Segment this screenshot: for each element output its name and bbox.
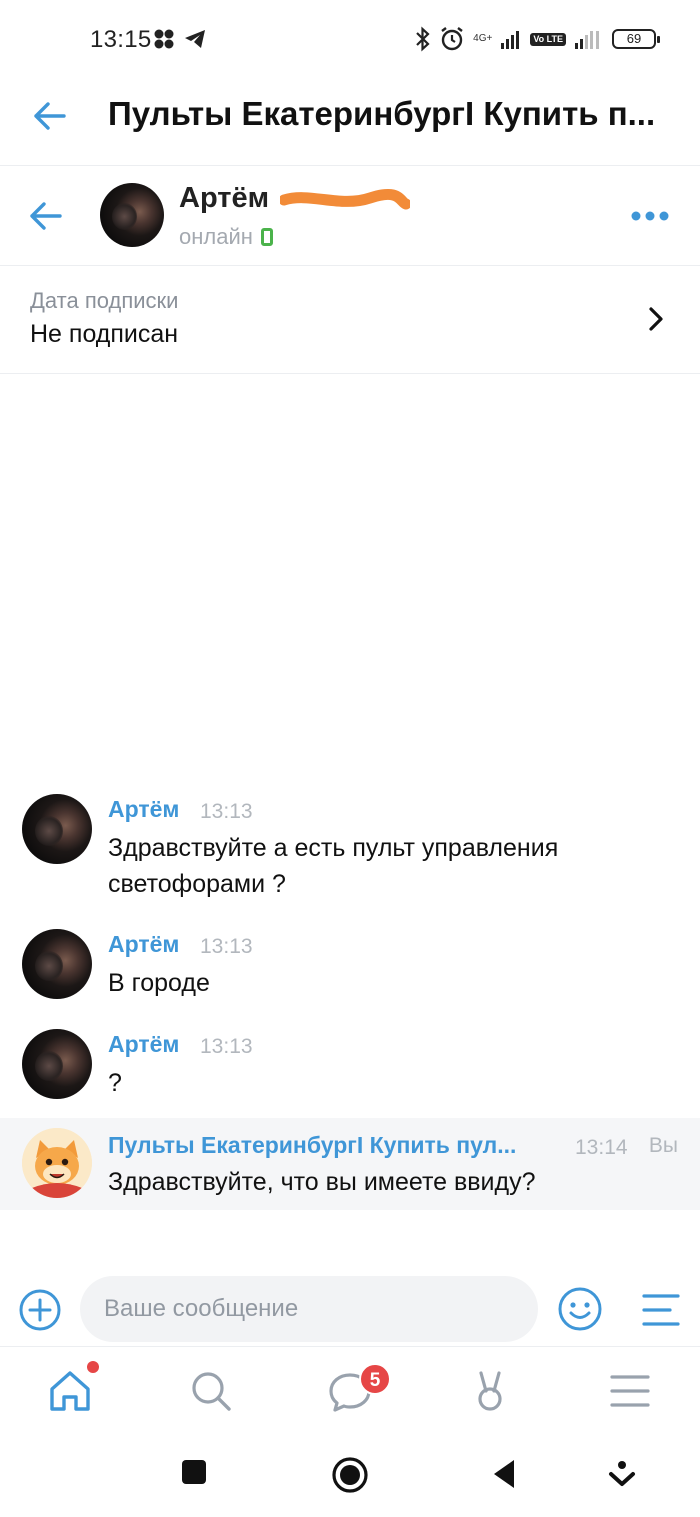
signal-icon — [501, 31, 520, 49]
recent-apps-icon[interactable] — [180, 1458, 208, 1486]
telegram-icon — [185, 30, 205, 48]
clips-icon[interactable] — [466, 1367, 514, 1415]
message-text: Здравствуйте, что вы имеете ввиду? — [108, 1168, 536, 1196]
attach-plus-icon[interactable] — [18, 1288, 62, 1332]
status-bar: 13:15 4G+ Vo LTE 69 — [0, 0, 700, 80]
message-time: 13:13 — [200, 1035, 253, 1058]
contact-name[interactable]: Артём — [179, 182, 269, 215]
message-avatar[interactable] — [22, 929, 92, 999]
message-item[interactable]: Артём 13:13 ? — [0, 1029, 700, 1103]
messages-badge: 5 — [359, 1363, 391, 1395]
redaction-scribble — [280, 188, 410, 210]
message-item[interactable]: Артём 13:13 В городе — [0, 929, 700, 1003]
home-icon[interactable] — [46, 1367, 94, 1415]
online-status: онлайн — [179, 224, 273, 250]
chevron-right-icon — [649, 307, 663, 331]
message-input[interactable] — [80, 1276, 538, 1342]
online-status-text: онлайн — [179, 224, 253, 249]
own-message-item[interactable]: Пульты ЕкатеринбургI Купить пул... 13:14… — [0, 1118, 700, 1210]
community-avatar[interactable] — [22, 1128, 92, 1198]
bluetooth-icon — [416, 26, 430, 52]
battery-icon: 69 — [612, 29, 660, 49]
more-options-icon[interactable] — [630, 204, 670, 228]
back-system-icon[interactable] — [490, 1458, 518, 1490]
message-composer — [0, 1272, 700, 1346]
back-arrow-icon[interactable] — [30, 96, 70, 136]
app-header: Пульты ЕкатеринбургI Купить п... — [0, 80, 700, 166]
search-icon[interactable] — [187, 1367, 235, 1415]
message-time: 13:13 — [200, 935, 253, 958]
cat-mascot-icon — [22, 1128, 92, 1198]
home-notification-dot — [87, 1361, 99, 1373]
cluster-app-icon — [154, 29, 174, 49]
emoji-icon[interactable] — [557, 1286, 603, 1332]
bottom-navigation: 5 — [0, 1346, 700, 1438]
system-navigation-bar — [0, 1438, 700, 1517]
keyboard-menu-icon[interactable] — [640, 1290, 682, 1330]
message-text: В городе — [108, 969, 210, 997]
mobile-online-icon — [260, 228, 273, 246]
chat-back-arrow-icon[interactable] — [26, 196, 66, 236]
status-notification-icons — [153, 28, 207, 50]
subscription-row[interactable]: Дата подписки Не подписан — [0, 266, 700, 374]
message-avatar[interactable] — [22, 1029, 92, 1099]
sender-you-label: Вы — [648, 1134, 678, 1157]
subscription-value: Не подписан — [30, 320, 179, 348]
message-text: Здравствуйте а есть пульт управления све… — [108, 834, 559, 898]
message-item[interactable]: Артём 13:13 Здравствуйте а есть пульт уп… — [0, 794, 700, 904]
message-author[interactable]: Артём — [108, 796, 179, 823]
status-system-icons: 4G+ Vo LTE 69 — [415, 26, 660, 52]
chat-header: Артём онлайн — [0, 166, 700, 266]
message-author[interactable]: Артём — [108, 1031, 179, 1058]
message-author[interactable]: Артём — [108, 931, 179, 958]
contact-avatar[interactable] — [100, 183, 164, 247]
message-text: ? — [108, 1069, 122, 1097]
signal-icon-2 — [575, 31, 599, 49]
services-menu-icon[interactable] — [606, 1367, 654, 1415]
status-time: 13:15 — [90, 26, 152, 53]
subscription-label: Дата подписки — [30, 288, 179, 313]
message-author[interactable]: Пульты ЕкатеринбургI Купить пул... — [108, 1132, 556, 1159]
message-time: 13:13 — [200, 800, 253, 823]
message-avatar[interactable] — [22, 794, 92, 864]
alarm-icon — [441, 27, 463, 51]
assistant-icon[interactable] — [608, 1460, 636, 1490]
volte-icon: Vo LTE — [530, 32, 566, 46]
page-title: Пульты ЕкатеринбургI Купить п... — [108, 95, 656, 132]
network-type-label: 4G+ — [473, 33, 493, 44]
home-system-icon[interactable] — [331, 1456, 369, 1494]
message-time: 13:14 — [575, 1136, 628, 1159]
